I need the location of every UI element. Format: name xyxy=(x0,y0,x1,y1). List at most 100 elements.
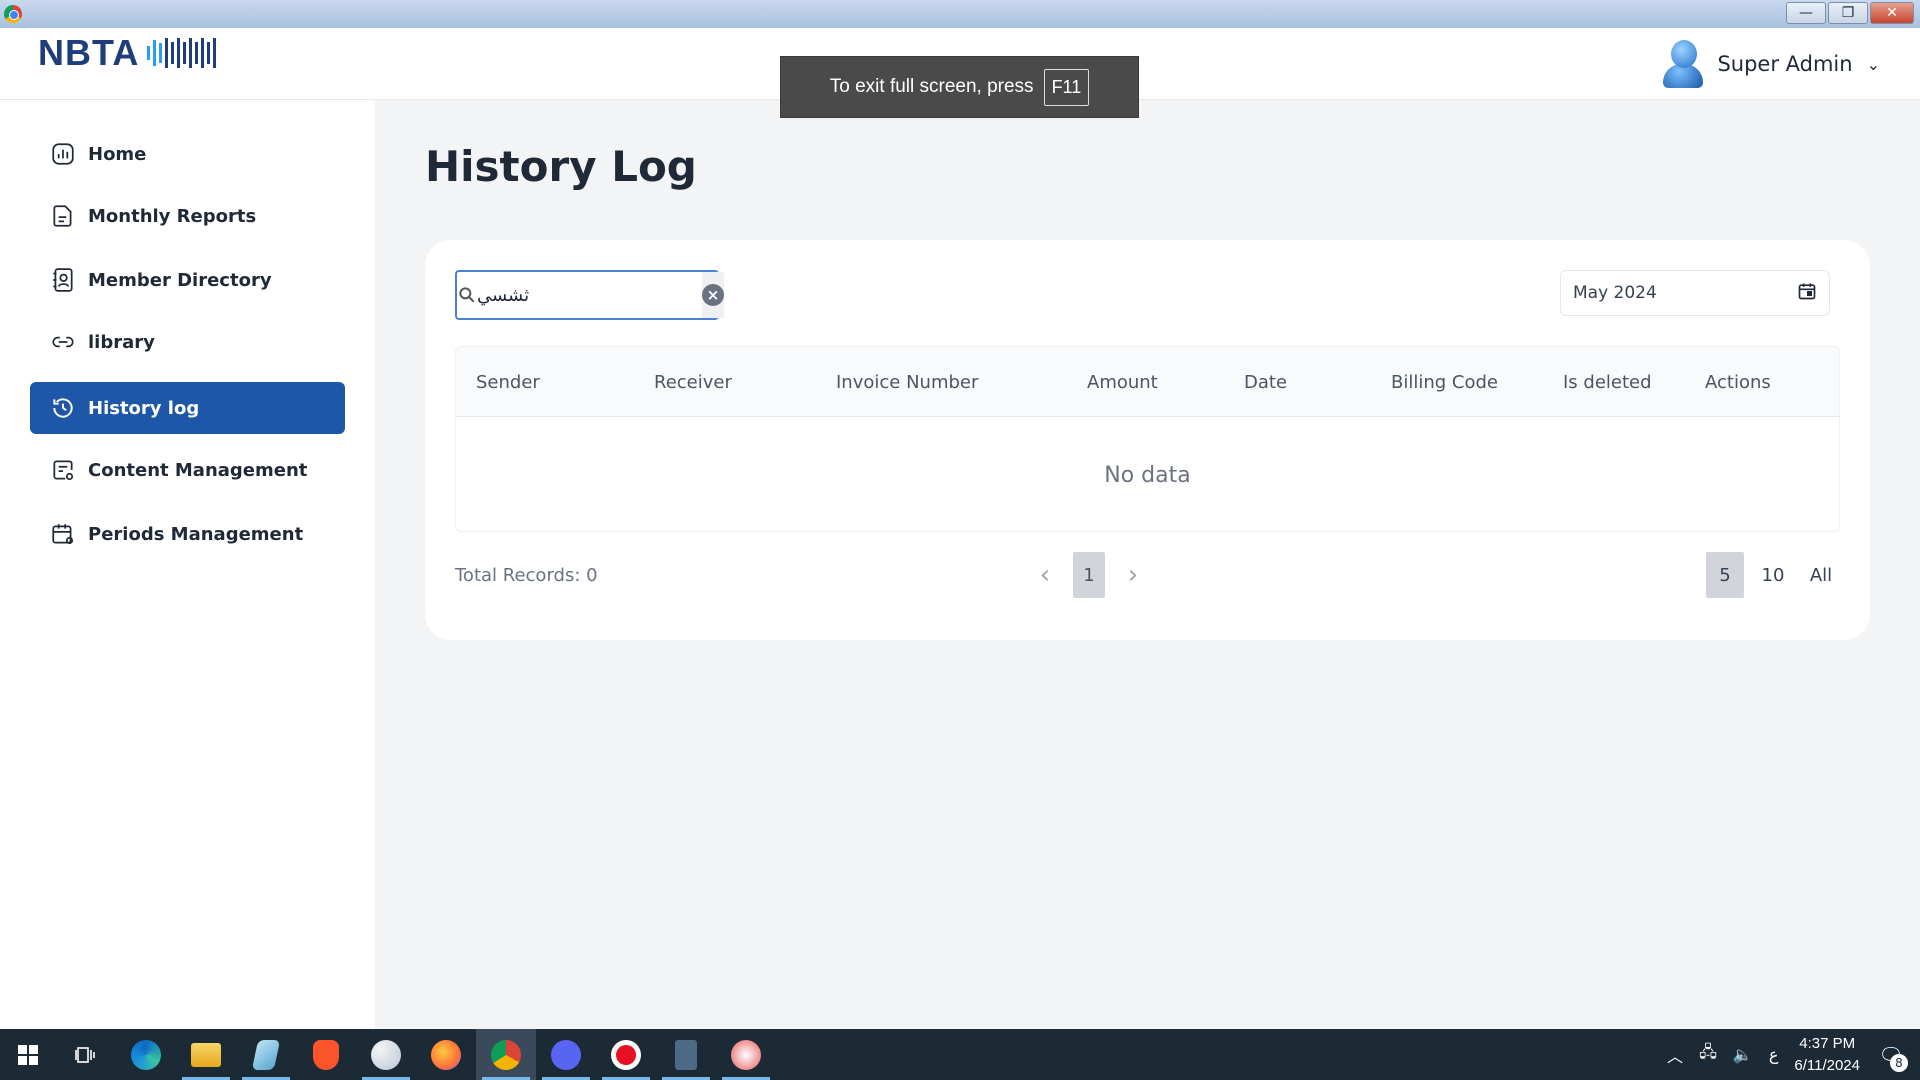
paint-icon xyxy=(371,1039,401,1070)
column-header-billing-code[interactable]: Billing Code xyxy=(1391,347,1498,417)
column-header-is-deleted[interactable]: Is deleted xyxy=(1563,347,1652,417)
month-picker-value: May 2024 xyxy=(1573,283,1657,303)
taskbar-notepad[interactable] xyxy=(236,1029,296,1080)
record-icon xyxy=(611,1039,641,1070)
notepad-icon xyxy=(251,1039,281,1070)
search-box: × xyxy=(455,270,724,320)
notification-count: 8 xyxy=(1890,1053,1908,1072)
pagination: ‹ 1 › xyxy=(1035,552,1143,598)
window-controls: — ❐ ✕ xyxy=(1786,2,1914,24)
page-size-selector: 5 10 All xyxy=(1706,552,1840,598)
chrome-icon xyxy=(491,1039,521,1070)
snipping-tool-icon xyxy=(731,1039,761,1070)
search-icon xyxy=(457,285,477,305)
user-menu[interactable]: Super Admin ⌄ xyxy=(1663,28,1880,100)
column-header-invoice-number[interactable]: Invoice Number xyxy=(836,347,978,417)
chart-icon xyxy=(50,141,76,167)
clock-date: 6/11/2024 xyxy=(1794,1056,1860,1074)
history-icon xyxy=(50,395,76,421)
sidebar-item-label: Content Management xyxy=(88,459,308,481)
logo-barcode-icon xyxy=(147,34,217,72)
sidebar-item-library[interactable]: library xyxy=(30,316,345,368)
calendar-settings-icon xyxy=(50,521,76,547)
calculator-icon xyxy=(675,1039,697,1070)
edge-icon xyxy=(131,1039,161,1070)
column-header-receiver[interactable]: Receiver xyxy=(654,347,732,417)
taskbar-paint[interactable] xyxy=(356,1029,416,1080)
close-icon: × xyxy=(702,284,724,306)
folder-icon xyxy=(191,1042,221,1067)
close-button[interactable]: ✕ xyxy=(1870,2,1914,24)
network-icon[interactable]: 🖧 xyxy=(1699,1041,1717,1068)
restore-button[interactable]: ❐ xyxy=(1828,2,1868,24)
sidebar-item-label: library xyxy=(88,331,155,353)
page-size-all[interactable]: All xyxy=(1802,552,1840,598)
sidebar-item-content-management[interactable]: Content Management xyxy=(30,444,345,496)
windows-start-button[interactable] xyxy=(0,1029,56,1080)
sidebar-item-home[interactable]: Home xyxy=(30,128,345,180)
taskbar-file-explorer[interactable] xyxy=(176,1029,236,1080)
column-header-sender[interactable]: Sender xyxy=(476,347,540,417)
sidebar-item-label: Member Directory xyxy=(88,269,272,291)
page-size-10[interactable]: 10 xyxy=(1754,552,1792,598)
total-records: Total Records: 0 xyxy=(455,564,598,586)
content-settings-icon xyxy=(50,457,76,483)
table-footer: Total Records: 0 ‹ 1 › 5 10 All xyxy=(455,552,1840,598)
chevron-down-icon: ⌄ xyxy=(1866,54,1880,74)
taskbar: ︿ 🖧 🔈 ع 4:37 PM 6/11/2024 🗨 8 xyxy=(0,1029,1920,1080)
minimize-button[interactable]: — xyxy=(1786,2,1826,24)
clear-search-button[interactable]: × xyxy=(702,272,724,318)
fullscreen-toast: To exit full screen, press F11 xyxy=(780,56,1139,118)
taskbar-calculator[interactable] xyxy=(656,1029,716,1080)
windows-icon xyxy=(18,1044,38,1065)
sidebar-item-member-directory[interactable]: Member Directory xyxy=(30,254,345,306)
page-title: History Log xyxy=(425,142,697,191)
brave-icon xyxy=(313,1039,339,1070)
chrome-icon xyxy=(4,5,22,23)
clock-time: 4:37 PM xyxy=(1799,1034,1856,1052)
notifications-button[interactable]: 🗨 8 xyxy=(1876,1040,1908,1072)
taskbar-edge[interactable] xyxy=(116,1029,176,1080)
sidebar-item-label: Monthly Reports xyxy=(88,205,257,227)
link-icon xyxy=(50,329,76,355)
window-titlebar: — ❐ ✕ xyxy=(0,0,1920,28)
column-header-date[interactable]: Date xyxy=(1244,347,1287,417)
taskbar-recorder[interactable] xyxy=(596,1029,656,1080)
chevron-right-icon[interactable]: › xyxy=(1123,560,1143,590)
avatar xyxy=(1663,40,1704,88)
task-view-button[interactable] xyxy=(56,1029,116,1080)
firefox-icon xyxy=(431,1039,461,1070)
discord-icon xyxy=(551,1039,581,1070)
taskbar-snipping-tool[interactable] xyxy=(716,1029,776,1080)
search-input[interactable] xyxy=(477,272,702,318)
volume-icon[interactable]: 🔈 xyxy=(1733,1045,1753,1064)
column-header-amount[interactable]: Amount xyxy=(1087,347,1158,417)
month-picker[interactable]: May 2024 xyxy=(1560,270,1830,316)
sidebar-item-monthly-reports[interactable]: Monthly Reports xyxy=(30,190,345,242)
clock[interactable]: 4:37 PM 6/11/2024 xyxy=(1794,1033,1860,1077)
document-icon xyxy=(50,203,76,229)
sidebar-item-history-log[interactable]: History log xyxy=(30,382,345,434)
logo-text: NBTA xyxy=(38,32,140,73)
fullscreen-toast-key: F11 xyxy=(1043,68,1090,106)
calendar-icon[interactable] xyxy=(1797,281,1817,305)
logo[interactable]: NBTA xyxy=(38,32,217,74)
history-log-card: × May 2024 Sender Receiver Invoice Numbe… xyxy=(425,240,1870,640)
chevron-left-icon[interactable]: ‹ xyxy=(1035,560,1055,590)
page-size-5[interactable]: 5 xyxy=(1706,552,1744,598)
page-number[interactable]: 1 xyxy=(1073,552,1105,598)
taskbar-firefox[interactable] xyxy=(416,1029,476,1080)
sidebar-item-periods-management[interactable]: Periods Management xyxy=(30,508,345,560)
sidebar-item-label: History log xyxy=(88,397,200,419)
sidebar-item-label: Home xyxy=(88,143,147,165)
taskbar-discord[interactable] xyxy=(536,1029,596,1080)
input-language[interactable]: ع xyxy=(1769,1045,1779,1064)
table-header: Sender Receiver Invoice Number Amount Da… xyxy=(456,347,1839,417)
chevron-up-icon[interactable]: ︿ xyxy=(1667,1043,1683,1067)
sidebar-item-label: Periods Management xyxy=(88,523,304,545)
taskbar-brave[interactable] xyxy=(296,1029,356,1080)
contacts-icon xyxy=(50,267,76,293)
empty-state: No data xyxy=(1104,462,1191,488)
user-name: Super Admin xyxy=(1717,52,1853,76)
taskbar-chrome[interactable] xyxy=(476,1029,536,1080)
